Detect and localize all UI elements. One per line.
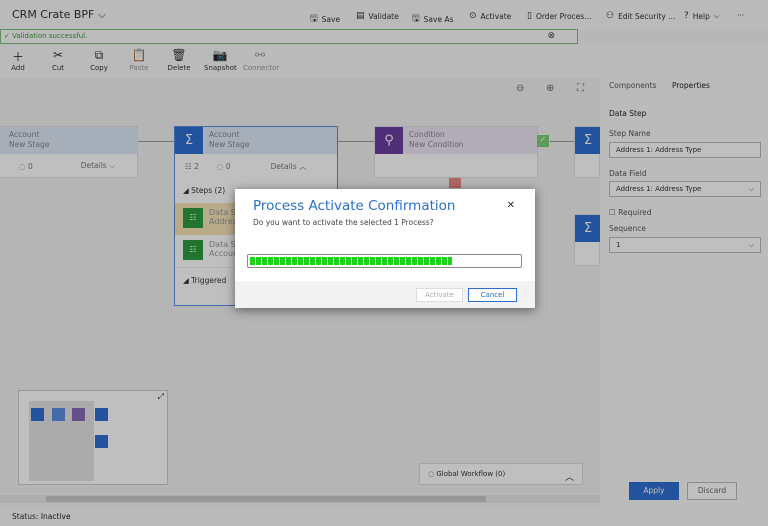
progress-bar: [247, 254, 522, 268]
activate-confirmation-dialog: Process Activate Confirmation ✕ Do you w…: [235, 189, 535, 308]
cancel-button[interactable]: Cancel: [468, 288, 517, 302]
close-icon[interactable]: ✕: [507, 200, 515, 211]
activate-confirm-button[interactable]: Activate: [416, 288, 463, 302]
dialog-title: Process Activate Confirmation: [253, 198, 456, 214]
progress-fill: [250, 257, 452, 265]
dialog-message: Do you want to activate the selected 1 P…: [253, 218, 434, 227]
